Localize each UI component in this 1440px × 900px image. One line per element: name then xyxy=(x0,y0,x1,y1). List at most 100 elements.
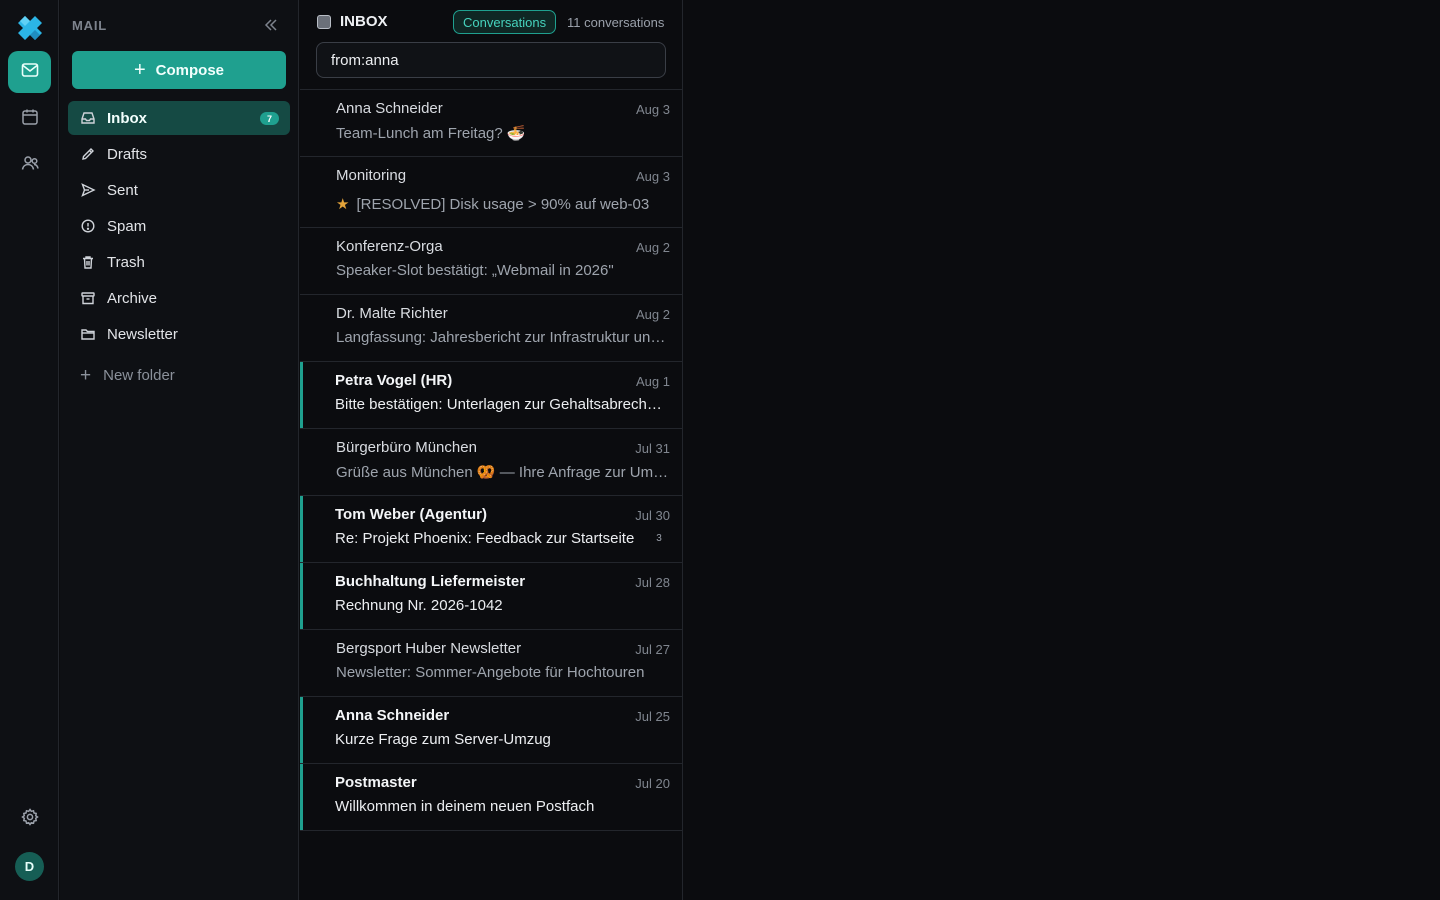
message-row[interactable]: 3 Tom Weber (Agentur) Jul 30 Re: Projekt Ph… xyxy=(300,496,683,563)
message-subject-text: Newsletter: Sommer-Angebote für Hochtour… xyxy=(336,664,645,681)
message-row[interactable]: Dr. Malte Richter Aug 2 Langfassung: Jahre… xyxy=(300,295,683,362)
message-subject-text: Team-Lunch am Freitag? 🍜 xyxy=(336,125,526,142)
view-mode-toggle[interactable]: Conversations xyxy=(453,10,557,34)
inbox-icon xyxy=(80,110,96,126)
reading-pane xyxy=(684,0,1440,900)
message-row[interactable]: Anna Schneider Jul 25 Kurze Frage zum Serv… xyxy=(300,697,683,764)
mail-icon xyxy=(20,60,40,85)
message-subject-text: Grüße aus München 🥨 — Ihre Anfrage zur U… xyxy=(336,464,670,481)
message-date: Jul 31 xyxy=(635,441,670,456)
message-date: Aug 3 xyxy=(636,102,670,117)
message-subject: Kurze Frage zum Server-Umzug xyxy=(335,731,669,748)
message-subject-text: Re: Projekt Phoenix: Feedback zur Starts… xyxy=(335,530,635,547)
settings-button[interactable] xyxy=(8,798,51,840)
collapse-sidebar-icon[interactable] xyxy=(262,16,280,34)
alert-circle-icon xyxy=(80,218,96,234)
message-subject: Langfassung: Jahresbericht zur Infrastru… xyxy=(336,329,670,346)
app-logo[interactable] xyxy=(16,14,44,42)
star-icon[interactable]: ★ xyxy=(336,196,349,213)
app-rail: D xyxy=(0,0,59,900)
message-row[interactable]: Bergsport Huber Newsletter Jul 27 Newslett… xyxy=(300,630,683,697)
message-date: Jul 30 xyxy=(635,508,670,523)
message-date: Aug 2 xyxy=(636,307,670,322)
rail-contacts-button[interactable] xyxy=(8,144,51,186)
message-subject: ★ [RESOLVED] Disk usage > 90% auf web-03 xyxy=(336,195,670,213)
thread-count-badge: 3 xyxy=(656,533,662,544)
folder-pane: MAIL + Compose Inbox 7 Drafts Sent Spam … xyxy=(60,0,299,900)
message-row[interactable]: Konferenz-Orga Aug 2 Speaker-Slot bestätig… xyxy=(300,228,683,295)
conversation-count: 11 conversations xyxy=(567,15,665,30)
message-row[interactable]: Bürgerbüro München Jul 31 Grüße aus Münche… xyxy=(300,429,683,496)
mailbox-title: INBOX xyxy=(340,13,388,30)
send-icon xyxy=(80,182,96,198)
message-row[interactable]: Petra Vogel (HR) Aug 1 Bitte bestätigen: U… xyxy=(300,362,683,429)
new-folder-label: New folder xyxy=(103,367,175,384)
message-subject-text: Kurze Frage zum Server-Umzug xyxy=(335,731,551,748)
message-sender: Monitoring xyxy=(336,167,407,184)
message-date: Aug 2 xyxy=(636,240,670,255)
folder-list: Inbox 7 Drafts Sent Spam Trash Archive N… xyxy=(68,101,290,353)
avatar[interactable]: D xyxy=(15,852,44,881)
message-date: Aug 1 xyxy=(636,374,670,389)
new-folder-button[interactable]: + New folder xyxy=(80,366,175,385)
message-row[interactable]: Postmaster Jul 20 Willkommen in deinem neu… xyxy=(300,764,683,831)
folder-item-drafts[interactable]: Drafts xyxy=(68,137,290,171)
message-date: Jul 27 xyxy=(635,642,670,657)
message-sender: Bürgerbüro München xyxy=(336,439,477,456)
message-subject: Team-Lunch am Freitag? 🍜 xyxy=(336,124,670,142)
message-row[interactable]: Monitoring Aug 3 ★ [RESOLVED] Disk usage > … xyxy=(300,157,683,228)
folder-item-trash[interactable]: Trash xyxy=(68,245,290,279)
message-list-pane: INBOX Conversations 11 conversations fro… xyxy=(300,0,683,900)
message-subject-text: Speaker-Slot bestätigt: „Webmail in 2026… xyxy=(336,262,614,279)
compose-button[interactable]: + Compose xyxy=(72,51,286,89)
search-input[interactable]: from:anna xyxy=(316,42,666,78)
folder-item-newsletter[interactable]: Newsletter xyxy=(68,317,290,351)
folder-label: Sent xyxy=(107,181,138,199)
folder-label: Archive xyxy=(107,289,158,307)
message-sender: Petra Vogel (HR) xyxy=(335,372,453,389)
message-subject-text: Langfassung: Jahresbericht zur Infrastru… xyxy=(336,329,670,346)
gear-icon xyxy=(20,807,40,832)
message-subject: Re: Projekt Phoenix: Feedback zur Starts… xyxy=(335,530,645,547)
compose-label: Compose xyxy=(155,61,225,79)
select-all-checkbox[interactable] xyxy=(317,15,331,29)
message-sender: Buchhaltung Liefermeister xyxy=(335,573,526,590)
folder-icon xyxy=(80,326,96,342)
message-sender: Bergsport Huber Newsletter xyxy=(336,640,522,657)
pane-title: MAIL xyxy=(72,18,107,33)
folder-item-archive[interactable]: Archive xyxy=(68,281,290,315)
message-subject: Newsletter: Sommer-Angebote für Hochtour… xyxy=(336,664,670,681)
message-subject: Bitte bestätigen: Unterlagen zur Gehalts… xyxy=(335,396,669,413)
rail-calendar-button[interactable] xyxy=(8,98,51,140)
message-subject: Speaker-Slot bestätigt: „Webmail in 2026… xyxy=(336,262,670,279)
list-header: INBOX Conversations 11 conversations fro… xyxy=(300,0,683,90)
rail-mail-button[interactable] xyxy=(8,51,51,93)
folder-item-spam[interactable]: Spam xyxy=(68,209,290,243)
message-row[interactable]: Anna Schneider Aug 3 Team-Lunch am Freitag… xyxy=(300,90,683,157)
plus-icon: + xyxy=(133,59,146,81)
message-row[interactable]: Buchhaltung Liefermeister Jul 28 Rechnung … xyxy=(300,563,683,630)
message-subject: Rechnung Nr. 2026-1042 xyxy=(335,597,669,614)
message-subject-text: Willkommen in deinem neuen Postfach xyxy=(335,798,595,815)
folder-item-inbox[interactable]: Inbox 7 xyxy=(68,101,290,135)
message-date: Jul 20 xyxy=(635,776,670,791)
pencil-icon xyxy=(80,146,96,162)
message-date: Jul 28 xyxy=(635,575,670,590)
message-date: Jul 25 xyxy=(635,709,670,724)
trash-icon xyxy=(80,254,96,270)
message-subject: Willkommen in deinem neuen Postfach xyxy=(335,798,669,815)
folder-label: Trash xyxy=(107,253,145,271)
message-sender: Anna Schneider xyxy=(335,707,450,724)
message-sender: Konferenz-Orga xyxy=(336,238,443,255)
plus-icon: + xyxy=(80,365,92,386)
message-subject-text: [RESOLVED] Disk usage > 90% auf web-03 xyxy=(356,196,650,213)
message-subject: Grüße aus München 🥨 — Ihre Anfrage zur U… xyxy=(336,463,670,481)
contacts-icon xyxy=(20,153,40,178)
calendar-icon xyxy=(20,107,40,132)
folder-item-sent[interactable]: Sent xyxy=(68,173,290,207)
folder-label: Inbox xyxy=(107,109,147,127)
unread-count-badge: 7 xyxy=(260,112,279,125)
folder-label: Newsletter xyxy=(107,325,178,343)
message-subject-text: Bitte bestätigen: Unterlagen zur Gehalts… xyxy=(335,396,669,413)
folder-label: Drafts xyxy=(107,145,148,163)
